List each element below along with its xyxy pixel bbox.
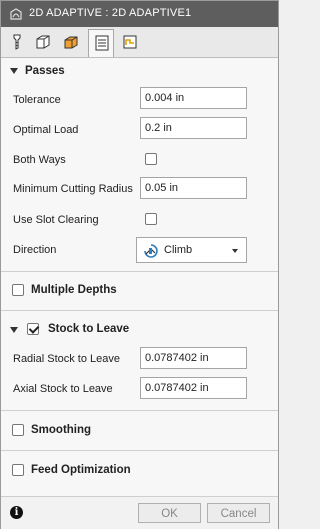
direction-select[interactable]: Climb bbox=[136, 237, 247, 263]
passes-section-header[interactable]: Passes bbox=[1, 60, 278, 84]
window-title: 2D ADAPTIVE : 2D ADAPTIVE1 bbox=[29, 7, 192, 19]
linking-icon bbox=[123, 35, 137, 49]
tab-heights[interactable] bbox=[58, 29, 84, 55]
both-ways-checkbox[interactable] bbox=[145, 153, 157, 165]
radial-stock-input[interactable] bbox=[140, 347, 247, 369]
multiple-depths-label: Multiple Depths bbox=[31, 284, 117, 296]
geometry-icon bbox=[36, 35, 50, 49]
multiple-depths-section-header[interactable]: Multiple Depths bbox=[1, 279, 278, 303]
tab-geometry[interactable] bbox=[30, 29, 56, 55]
smoothing-label: Smoothing bbox=[31, 424, 92, 436]
stock-to-leave-label: Stock to Leave bbox=[48, 323, 130, 335]
adaptive-dialog: 2D ADAPTIVE : 2D ADAPTIVE1 Passes Tolera… bbox=[0, 0, 279, 529]
direction-label: Direction bbox=[13, 244, 57, 256]
feed-optimization-checkbox[interactable] bbox=[12, 464, 24, 476]
collapse-triangle-icon[interactable] bbox=[10, 68, 18, 74]
tab-linking[interactable] bbox=[117, 29, 143, 55]
radial-stock-label: Radial Stock to Leave bbox=[13, 353, 121, 365]
axial-stock-label: Axial Stock to Leave bbox=[13, 383, 113, 395]
multiple-depths-checkbox[interactable] bbox=[12, 284, 24, 296]
both-ways-label: Both Ways bbox=[13, 154, 66, 166]
passes-icon bbox=[95, 35, 109, 51]
feed-optimization-section-header[interactable]: Feed Optimization bbox=[1, 459, 278, 483]
section-divider bbox=[1, 450, 278, 451]
axial-stock-input[interactable] bbox=[140, 377, 247, 399]
smoothing-section-header[interactable]: Smoothing bbox=[1, 419, 278, 443]
heights-icon bbox=[64, 36, 78, 49]
dialog-footer: i OK Cancel bbox=[1, 496, 278, 529]
optimal-load-input[interactable] bbox=[140, 117, 247, 139]
stock-to-leave-section-header[interactable]: Stock to Leave bbox=[1, 318, 278, 342]
tolerance-label: Tolerance bbox=[13, 94, 61, 106]
stock-to-leave-checkbox[interactable] bbox=[27, 323, 39, 335]
climb-icon bbox=[143, 243, 159, 262]
slot-clearing-label: Use Slot Clearing bbox=[13, 214, 99, 226]
section-divider bbox=[1, 310, 278, 311]
min-cutting-radius-label: Minimum Cutting Radius bbox=[13, 183, 133, 195]
collapse-triangle-icon[interactable] bbox=[10, 327, 18, 333]
ok-button[interactable]: OK bbox=[138, 503, 201, 523]
optimal-load-label: Optimal Load bbox=[13, 124, 79, 136]
tool-icon bbox=[13, 34, 21, 50]
info-icon[interactable]: i bbox=[10, 506, 23, 519]
chevron-down-icon bbox=[232, 249, 238, 253]
tab-passes[interactable] bbox=[88, 29, 114, 57]
tab-tool[interactable] bbox=[4, 29, 30, 55]
cancel-button[interactable]: Cancel bbox=[207, 503, 270, 523]
slot-clearing-checkbox[interactable] bbox=[145, 213, 157, 225]
title-bar[interactable]: 2D ADAPTIVE : 2D ADAPTIVE1 bbox=[1, 1, 278, 27]
min-cutting-radius-input[interactable] bbox=[140, 177, 247, 199]
section-divider bbox=[1, 271, 278, 272]
passes-header-label: Passes bbox=[25, 65, 65, 77]
feed-optimization-label: Feed Optimization bbox=[31, 464, 131, 476]
direction-value: Climb bbox=[164, 244, 193, 256]
tab-bar bbox=[1, 27, 278, 58]
smoothing-checkbox[interactable] bbox=[12, 424, 24, 436]
tolerance-input[interactable] bbox=[140, 87, 247, 109]
toolpath-icon bbox=[9, 7, 23, 21]
section-divider bbox=[1, 410, 278, 411]
